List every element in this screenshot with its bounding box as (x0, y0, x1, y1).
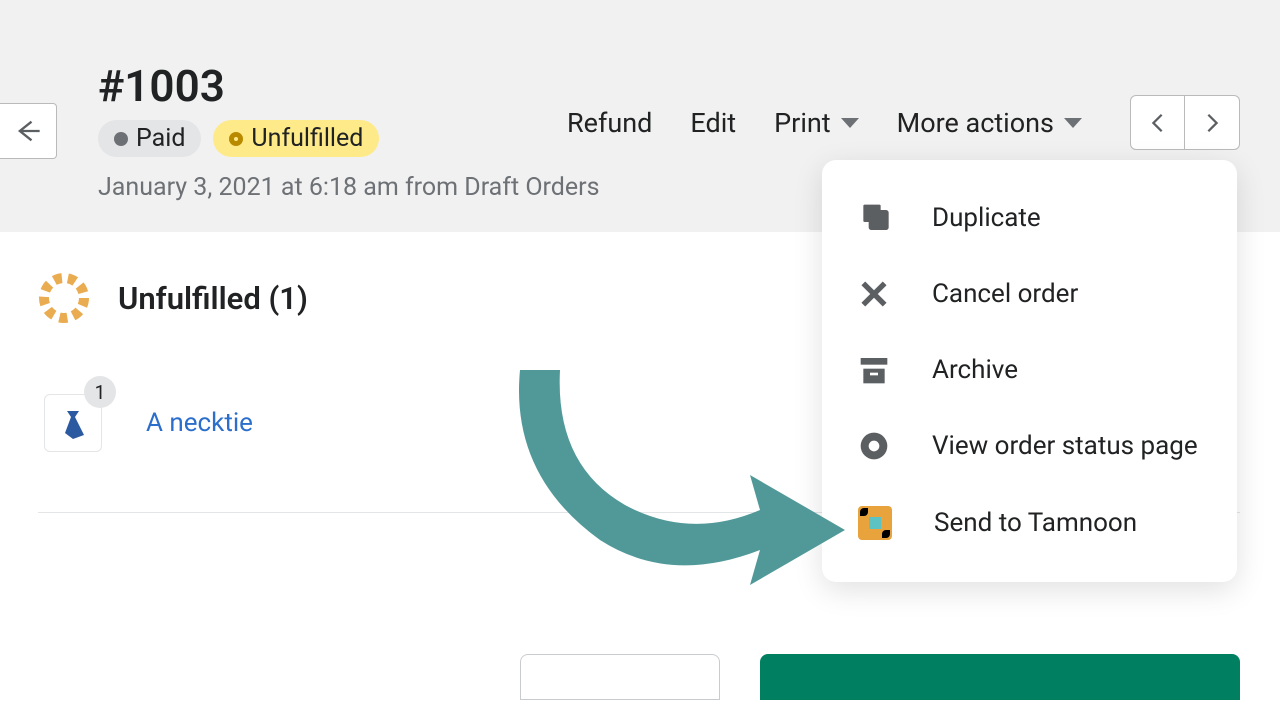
unfulfilled-title-text: Unfulfilled (1) (118, 280, 308, 317)
product-link[interactable]: A necktie (146, 408, 253, 438)
edit-button[interactable]: Edit (690, 107, 736, 139)
dropdown-duplicate-label: Duplicate (932, 203, 1041, 233)
prev-order-button[interactable] (1130, 95, 1185, 150)
dropdown-archive-label: Archive (932, 355, 1018, 385)
dropdown-archive[interactable]: Archive (822, 332, 1237, 408)
dropdown-cancel-label: Cancel order (932, 279, 1078, 309)
unfulfilled-label: Unfulfilled (251, 124, 363, 153)
paid-badge: Paid (98, 120, 201, 157)
dot-icon (114, 132, 128, 146)
chevron-right-icon (1201, 112, 1223, 134)
caret-down-icon (841, 118, 859, 128)
ring-dot-icon (229, 132, 243, 146)
pager (1130, 95, 1240, 150)
eye-icon (858, 430, 890, 462)
dropdown-cancel[interactable]: Cancel order (822, 256, 1237, 332)
primary-button-partial[interactable] (760, 654, 1240, 700)
next-order-button[interactable] (1185, 95, 1240, 150)
close-icon (858, 278, 890, 310)
print-button[interactable]: Print (774, 107, 859, 139)
necktie-icon (55, 405, 91, 441)
refund-button[interactable]: Refund (567, 107, 652, 139)
print-label: Print (774, 107, 831, 139)
more-actions-dropdown: Duplicate Cancel order Archive View orde… (822, 160, 1237, 582)
unfulfilled-badge: Unfulfilled (213, 120, 379, 157)
back-button[interactable] (0, 103, 57, 159)
secondary-button-partial[interactable] (520, 654, 720, 700)
dropdown-duplicate[interactable]: Duplicate (822, 180, 1237, 256)
actions-bar: Refund Edit Print More actions (567, 95, 1240, 150)
archive-icon (858, 354, 890, 386)
more-actions-button[interactable]: More actions (897, 107, 1082, 139)
duplicate-icon (858, 202, 890, 234)
thumb-wrapper: 1 (44, 394, 102, 452)
caret-down-icon (1064, 118, 1082, 128)
chevron-left-icon (1147, 112, 1169, 134)
tamnoon-icon (858, 506, 892, 540)
paid-label: Paid (136, 124, 185, 153)
dropdown-status[interactable]: View order status page (822, 408, 1237, 484)
dropdown-status-label: View order status page (932, 431, 1198, 461)
dropdown-tamnoon[interactable]: Send to Tamnoon (822, 484, 1237, 562)
unfulfilled-ring-icon (38, 272, 90, 324)
quantity-badge: 1 (84, 376, 116, 408)
more-actions-label: More actions (897, 107, 1054, 139)
arrow-left-icon (14, 117, 42, 145)
dropdown-tamnoon-label: Send to Tamnoon (934, 508, 1137, 538)
